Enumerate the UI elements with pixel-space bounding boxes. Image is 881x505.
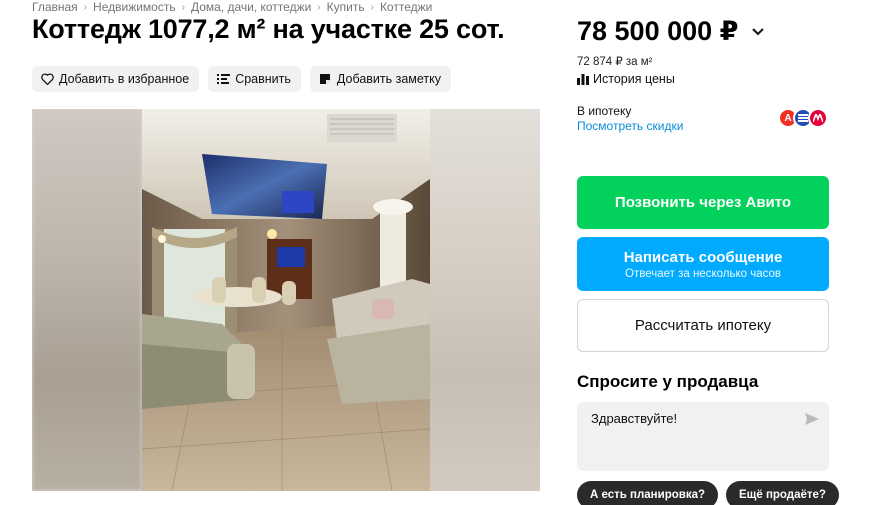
chevron-right-icon: › [181,1,185,13]
gallery-blur-right [430,109,540,491]
quick-questions: А есть планировка? Ещё продаёте? [577,481,839,505]
chevron-right-icon: › [370,1,374,13]
calculate-mortgage-button[interactable]: Рассчитать ипотеку [577,299,829,352]
compare-label: Сравнить [235,72,291,86]
gallery-blur-left [32,109,142,491]
call-via-avito-button[interactable]: Позвонить через Авито [577,176,829,229]
note-icon [318,72,332,86]
breadcrumb-item-houses[interactable]: Дома, дачи, коттеджи [191,0,311,14]
photo-gallery[interactable] [32,109,540,491]
breadcrumb-item-home[interactable]: Главная [32,0,78,14]
view-discounts-link[interactable]: Посмотреть скидки [577,119,683,133]
message-button-label: Написать сообщение [623,248,783,266]
favorite-label: Добавить в избранное [59,72,190,86]
mortgage-label: В ипотеку [577,104,632,118]
bank-logos: А [778,108,828,128]
price-history-label: История цены [593,72,675,86]
chevron-right-icon: › [83,1,88,13]
listing-title: Коттедж 1077,2 м² на участке 25 сот. [32,14,505,44]
compare-button[interactable]: Сравнить [208,66,301,92]
write-message-button[interactable]: Написать сообщение Отвечает за несколько… [577,237,829,291]
interior-photo-image [142,109,430,491]
quick-question-chip[interactable]: А есть планировка? [577,481,718,505]
add-to-favorites-button[interactable]: Добавить в избранное [32,66,200,92]
ask-seller-title: Спросите у продавца [577,372,759,391]
breadcrumb-item-realty[interactable]: Недвижимость [93,0,176,14]
send-icon[interactable] [805,412,819,426]
price[interactable]: 78 500 000 ₽ [577,16,766,47]
note-label: Добавить заметку [336,72,442,86]
price-value: 78 500 000 ₽ [577,16,739,46]
main-photo[interactable] [142,109,430,491]
breadcrumb: Главная › Недвижимость › Дома, дачи, кот… [32,0,432,14]
ask-seller-input[interactable]: Здравствуйте! [577,402,829,471]
price-history-link[interactable]: История цены [577,72,675,86]
calc-mortgage-label: Рассчитать ипотеку [634,317,772,334]
add-note-button[interactable]: Добавить заметку [309,66,452,92]
ask-seller-message: Здравствуйте! [591,411,678,426]
call-button-label: Позвонить через Авито [614,194,792,211]
heart-icon [40,72,54,86]
listing-actions: Добавить в избранное Сравнить Добавить з… [32,66,452,92]
message-response-time: Отвечает за несколько часов [625,267,781,280]
bank-logo-icon [808,108,828,128]
compare-icon [216,72,230,86]
price-per-m2: 72 874 ₽ за м² [577,56,653,68]
breadcrumb-item-cottages[interactable]: Коттеджи [380,0,432,14]
breadcrumb-item-buy[interactable]: Купить [327,0,365,14]
chevron-right-icon: › [317,1,321,13]
chevron-down-icon[interactable] [752,25,766,39]
bar-chart-icon [577,73,590,86]
quick-question-chip[interactable]: Ещё продаёте? [726,481,839,505]
